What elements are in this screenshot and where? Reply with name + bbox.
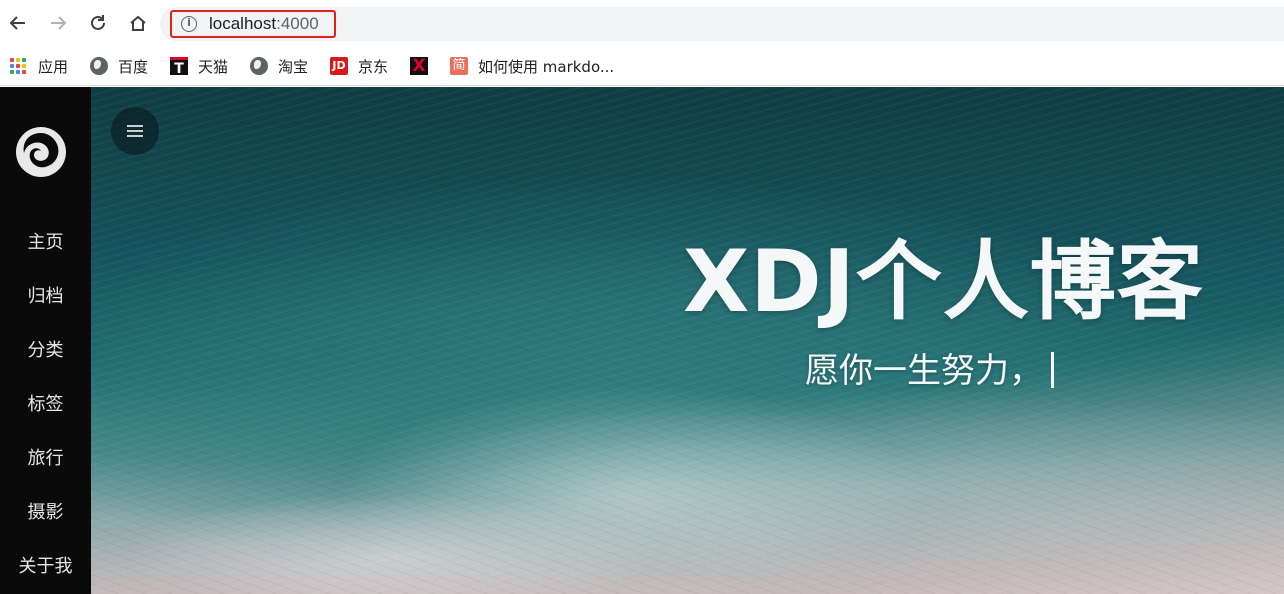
jianshu-icon: 简 [450,57,468,75]
logo-icon[interactable] [14,125,68,179]
bookmark-apps[interactable]: 应用 [10,55,68,77]
bookmark-label: 天猫 [198,57,229,76]
tmall-icon: T [170,57,188,77]
arrow-left-icon [9,16,25,30]
bookmark-tmall[interactable]: T 天猫 [170,55,228,77]
bookmark-jd[interactable]: JD 京东 [330,55,388,77]
url-highlight[interactable]: i localhost:4000 [170,10,336,38]
typing-cursor [1051,352,1054,388]
sidebar-item-home[interactable]: 主页 [0,228,91,256]
sidebar-item-archive[interactable]: 归档 [0,282,91,310]
bookmarks-bar: 应用 百度 T 天猫 淘宝 JD 京东 X 简 如何使用 markdo... [0,46,1284,86]
browser-toolbar: i localhost:4000 [0,0,1284,46]
info-icon[interactable]: i [181,16,197,32]
bookmark-x[interactable]: X [410,55,438,77]
sidebar-item-photography[interactable]: 摄影 [0,498,91,526]
jd-icon: JD [330,57,348,75]
page-viewport: 主页 归档 分类 标签 旅行 摄影 关于我 XDJ个人博客 愿你一生努力， [0,87,1284,594]
menu-toggle-button[interactable] [111,107,159,155]
x-icon: X [410,57,428,75]
bookmark-taobao[interactable]: 淘宝 [250,55,308,77]
globe-icon [250,57,268,75]
sidebar-item-about[interactable]: 关于我 [0,552,91,580]
bookmark-label: 百度 [118,57,149,76]
forward-button[interactable] [44,8,72,38]
globe-icon [90,57,108,75]
home-button[interactable] [124,8,152,38]
back-button[interactable] [4,8,32,38]
arrow-right-icon [51,16,67,30]
bookmark-baidu[interactable]: 百度 [90,55,148,77]
bookmark-label: 应用 [38,57,69,76]
hero-banner: XDJ个人博客 愿你一生努力， [91,87,1284,594]
apps-grid-icon [10,57,28,75]
url-text[interactable]: localhost:4000 [209,14,319,34]
site-subtitle: 愿你一生努力， [805,343,1054,392]
sidebar-item-travel[interactable]: 旅行 [0,444,91,472]
sidebar-item-categories[interactable]: 分类 [0,336,91,364]
bookmark-label: 淘宝 [278,57,309,76]
bookmark-markdown[interactable]: 简 如何使用 markdo... [450,55,614,77]
bookmark-label: 京东 [358,57,389,76]
sidebar-item-tags[interactable]: 标签 [0,390,91,418]
reload-icon [91,15,105,30]
url-port: :4000 [276,14,319,33]
reload-button[interactable] [84,8,112,38]
sidebar: 主页 归档 分类 标签 旅行 摄影 关于我 [0,87,91,594]
hero-texture [91,87,1284,594]
subtitle-text: 愿你一生努力， [805,351,1043,391]
url-host: localhost [209,14,277,33]
home-icon [130,15,146,31]
bookmark-label: 如何使用 markdo... [478,57,615,76]
hamburger-icon [127,125,143,137]
site-title: XDJ个人博客 [683,232,1204,332]
